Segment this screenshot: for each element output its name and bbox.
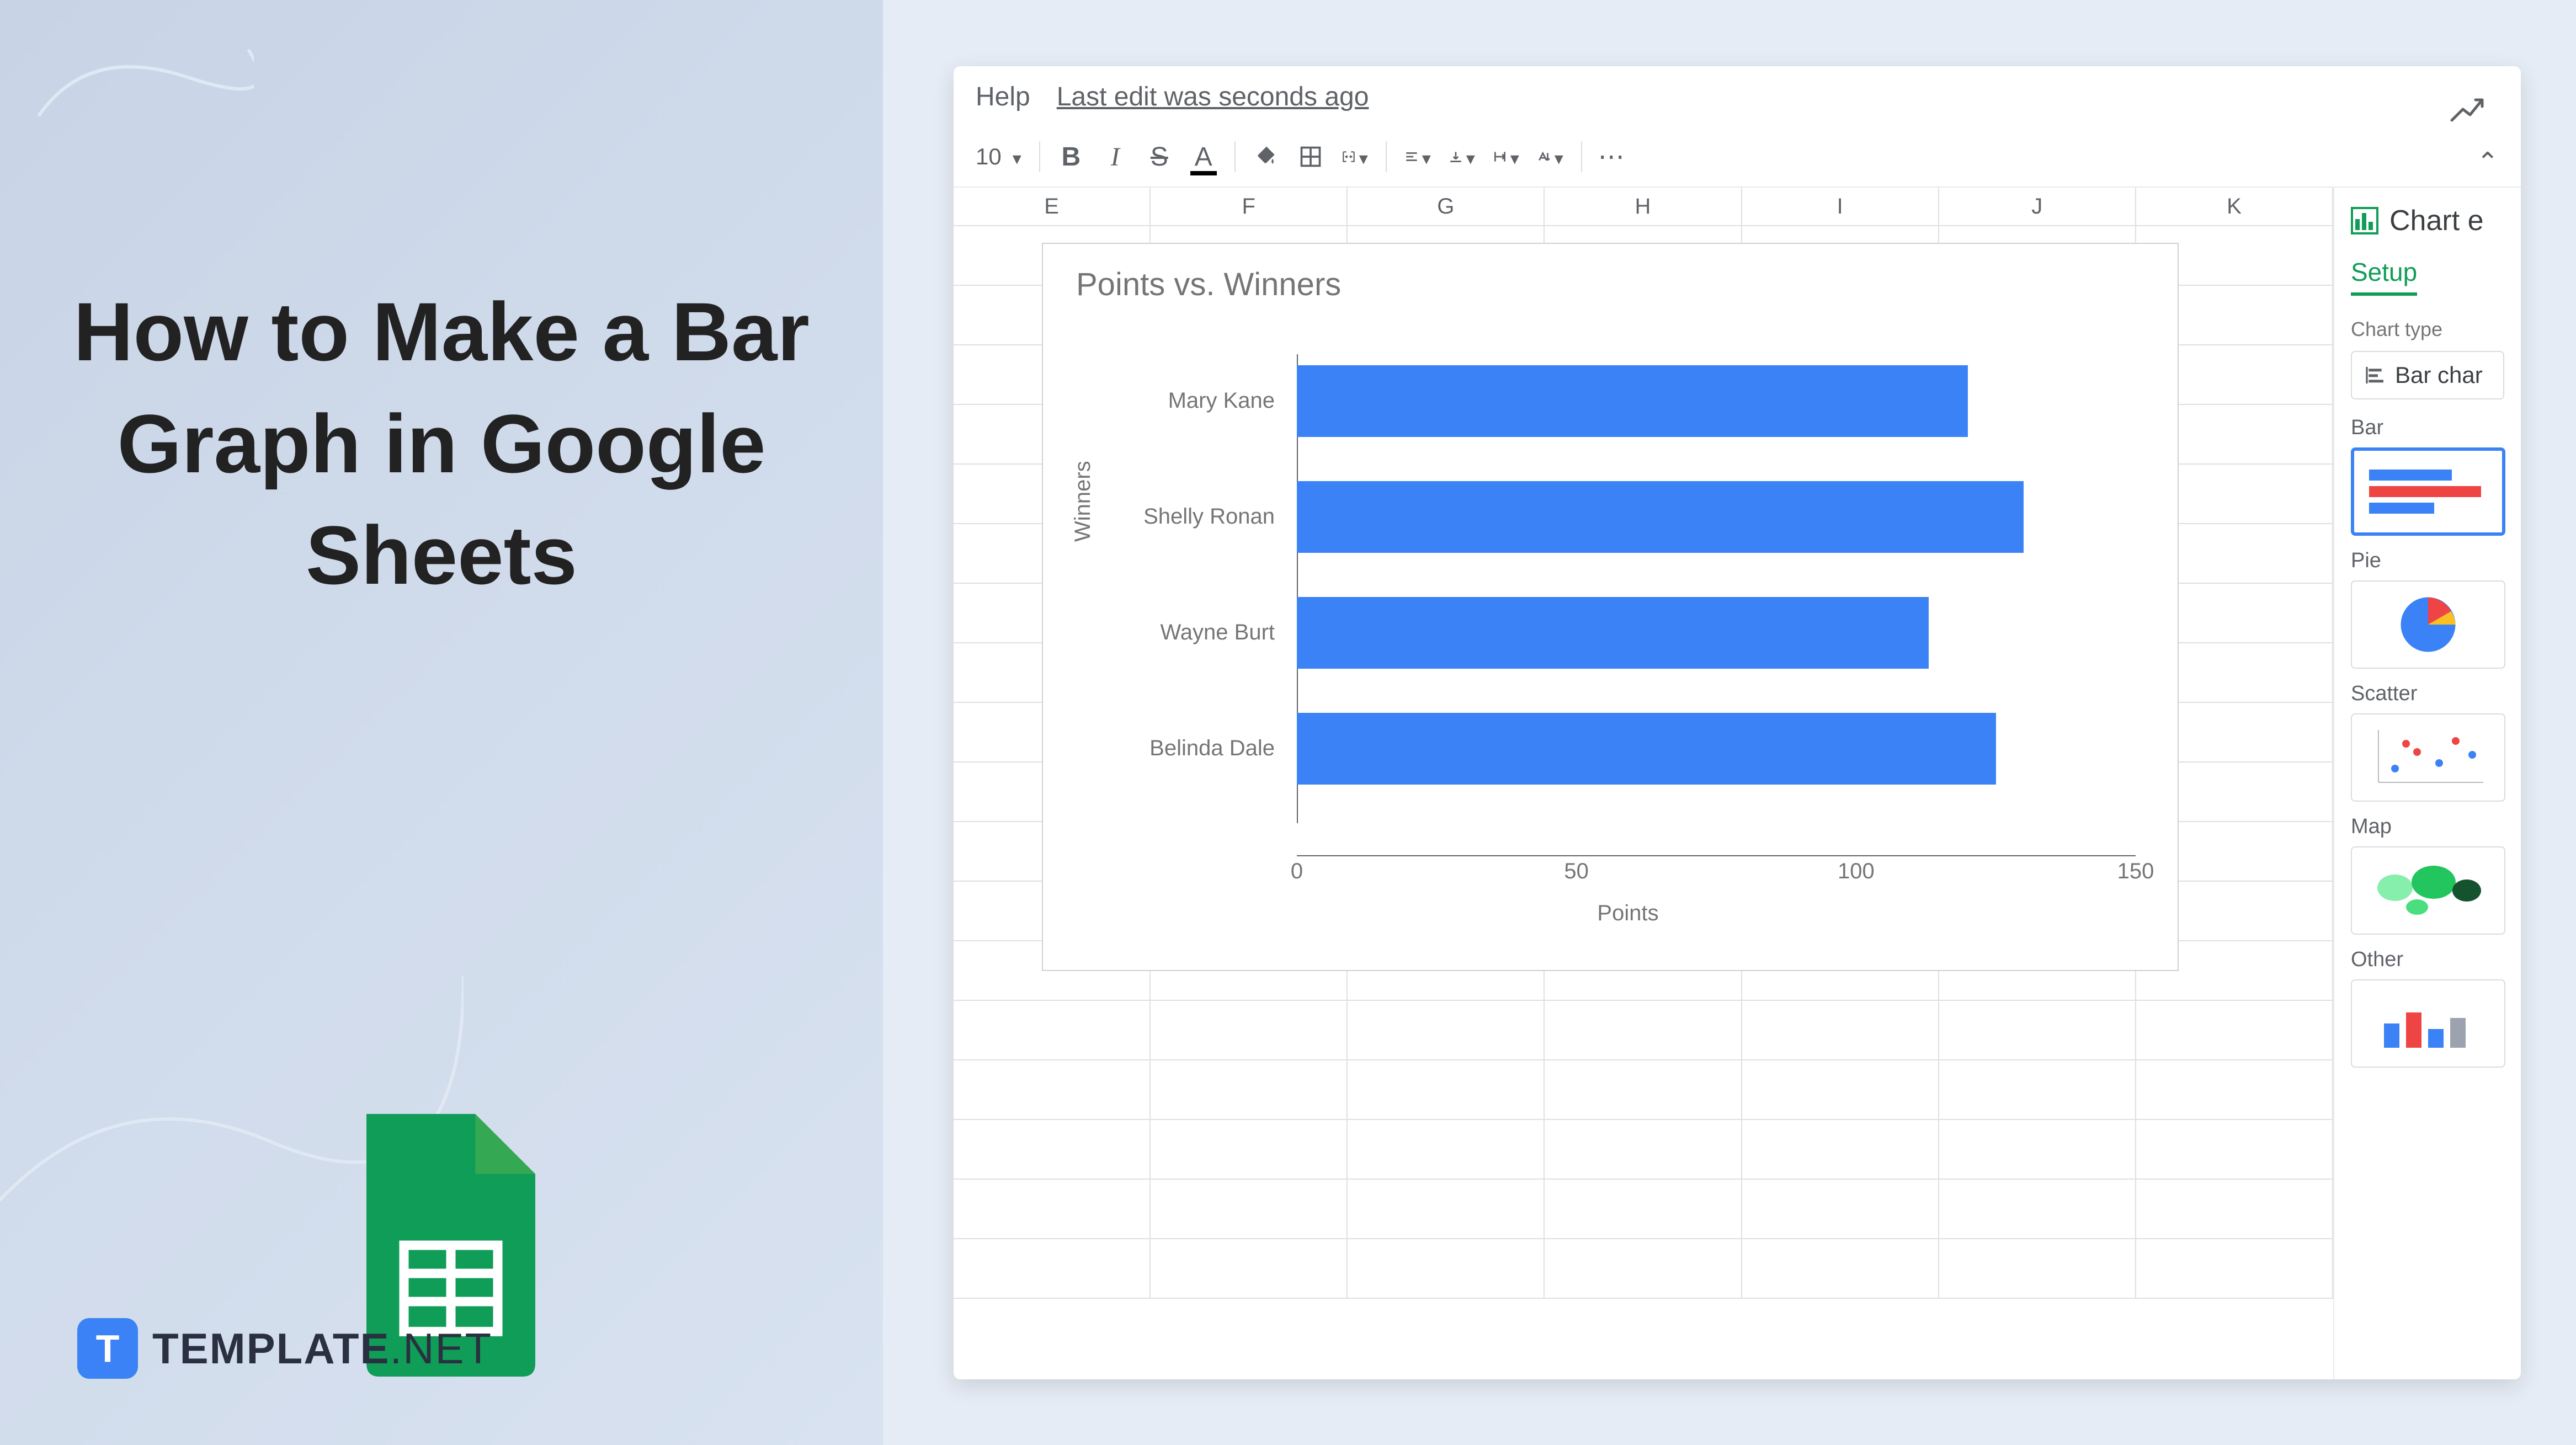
strikethrough-icon[interactable]: S (1146, 143, 1173, 170)
chart-editor-title: Chart e (2389, 204, 2484, 237)
column-header[interactable]: I (1742, 188, 1939, 225)
section-pie-label: Pie (2351, 549, 2504, 573)
x-tick: 150 (2117, 859, 2154, 884)
brand-icon: T (77, 1318, 138, 1379)
fill-color-icon[interactable] (1253, 143, 1280, 170)
left-panel: How to Make a Bar Graph in Google Sheets… (0, 0, 883, 1445)
section-other-label: Other (2351, 948, 2504, 972)
chart-editor-panel: Chart e Setup Chart type Bar char Bar Pi… (2333, 188, 2521, 1379)
menu-help[interactable]: Help (976, 82, 1030, 112)
x-tick: 0 (1291, 859, 1303, 884)
last-edit-link[interactable]: Last edit was seconds ago (1057, 82, 1369, 112)
chart-type-bar[interactable] (2351, 447, 2505, 536)
menu-bar: Help Last edit was seconds ago (954, 66, 2521, 127)
merge-cells-icon[interactable] (1342, 143, 1368, 170)
section-map-label: Map (2351, 815, 2504, 839)
section-bar-label: Bar (2351, 416, 2504, 440)
collapse-toolbar-icon[interactable]: ⌃ (2477, 147, 2499, 178)
chart-type-scatter[interactable] (2351, 713, 2505, 802)
bar-category-label: Mary Kane (1098, 388, 1275, 413)
bar-category-label: Wayne Burt (1098, 620, 1275, 645)
trend-icon[interactable] (2449, 93, 2488, 131)
bold-icon[interactable]: B (1058, 143, 1084, 170)
chart-type-selector[interactable]: Bar char (2351, 351, 2504, 399)
chart-type-map[interactable] (2351, 846, 2505, 935)
x-axis-label: Points (1597, 901, 1658, 926)
bar-fill (1297, 713, 1996, 785)
bar-fill (1297, 365, 1968, 437)
column-header[interactable]: G (1348, 188, 1545, 225)
v-align-icon[interactable] (1449, 143, 1475, 170)
column-header[interactable]: K (2136, 188, 2333, 225)
column-header[interactable]: J (1939, 188, 2136, 225)
column-header[interactable]: E (954, 188, 1151, 225)
font-size-selector[interactable]: 10 (976, 143, 1021, 170)
x-tick: 100 (1838, 859, 1875, 884)
x-tick: 50 (1564, 859, 1589, 884)
section-scatter-label: Scatter (2351, 682, 2504, 706)
text-color-icon[interactable]: A (1190, 143, 1217, 170)
chart-type-pie[interactable] (2351, 580, 2505, 669)
bar-fill (1297, 481, 2024, 553)
borders-icon[interactable] (1297, 143, 1324, 170)
text-rotation-icon[interactable] (1537, 143, 1563, 170)
embedded-chart[interactable]: Points vs. Winners Winners Mary Kane Shel… (1042, 243, 2179, 971)
chart-editor-icon (2351, 207, 2378, 234)
bar-category-label: Belinda Dale (1098, 736, 1275, 761)
tutorial-title: How to Make a Bar Graph in Google Sheets (72, 276, 811, 611)
bar-category-label: Shelly Ronan (1098, 504, 1275, 529)
y-axis-label: Winners (1071, 461, 1095, 542)
tab-setup[interactable]: Setup (2351, 257, 2417, 296)
toolbar: 10 B I S A (954, 127, 2521, 188)
chart-type-other[interactable] (2351, 979, 2505, 1068)
brand-logo: T TEMPLATE.NET (77, 1318, 492, 1379)
more-icon[interactable]: ⋯ (1600, 143, 1626, 170)
google-sheets-window: Help Last edit was seconds ago 10 B I S … (954, 66, 2521, 1379)
bar-fill (1297, 597, 1929, 669)
column-header[interactable]: H (1545, 188, 1742, 225)
h-align-icon[interactable] (1404, 143, 1431, 170)
chart-title: Points vs. Winners (1043, 244, 2178, 325)
text-wrap-icon[interactable] (1493, 143, 1519, 170)
spreadsheet-grid[interactable]: EFGHIJK Points vs. Winners Winners Mary … (954, 188, 2333, 1379)
column-header[interactable]: F (1151, 188, 1348, 225)
chart-type-label: Chart type (2351, 318, 2504, 341)
italic-icon[interactable]: I (1102, 143, 1129, 170)
